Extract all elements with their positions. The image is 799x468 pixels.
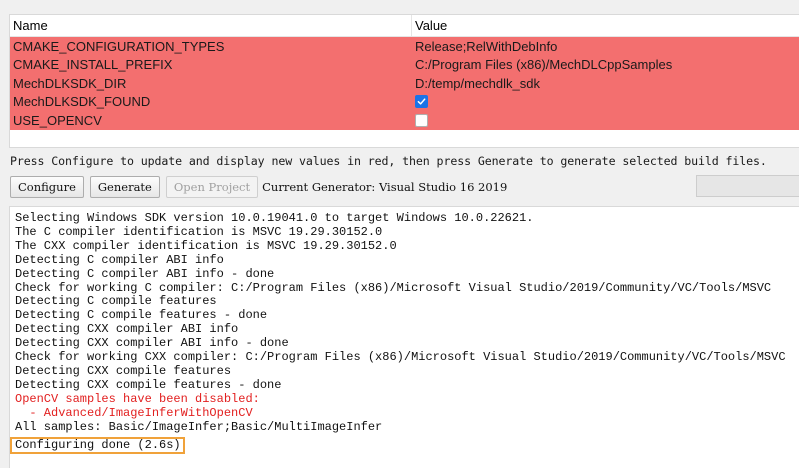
current-generator-label: Current Generator: Visual Studio 16 2019: [262, 179, 508, 194]
log-line: Detecting C compile features - done: [15, 308, 268, 323]
variable-name: USE_OPENCV: [13, 112, 102, 128]
log-line-warning: OpenCV samples have been disabled:: [15, 391, 260, 406]
help-text: Press Configure to update and display ne…: [10, 154, 767, 168]
checkmark-icon: [417, 98, 426, 105]
toolbar: Configure Generate Open Project Current …: [10, 175, 799, 198]
progress-bar: [696, 175, 799, 197]
cache-variables-table: Name Value CMAKE_CONFIGURATION_TYPES Rel…: [9, 14, 799, 148]
log-line: Detecting CXX compile features - done: [15, 377, 282, 392]
log-line: Detecting CXX compiler ABI info - done: [15, 336, 289, 351]
table-header: Name Value: [10, 15, 799, 37]
table-row[interactable]: USE_OPENCV: [10, 111, 799, 130]
generate-button[interactable]: Generate: [89, 175, 160, 198]
table-row[interactable]: MechDLKSDK_FOUND: [10, 92, 799, 111]
log-line-warning: - Advanced/ImageInferWithOpenCV: [15, 405, 253, 420]
log-line: Detecting CXX compile features: [15, 363, 232, 378]
table-row[interactable]: CMAKE_CONFIGURATION_TYPES Release;RelWit…: [10, 37, 799, 56]
column-header-value[interactable]: Value: [412, 15, 799, 36]
use-opencv-checkbox[interactable]: [415, 113, 428, 127]
log-line: Detecting CXX compiler ABI info: [15, 322, 239, 337]
table-row[interactable]: MechDLKSDK_DIR D:/temp/mechdlk_sdk: [10, 74, 799, 93]
log-line: The CXX compiler identification is MSVC …: [15, 238, 397, 253]
log-line: Detecting C compile features: [15, 294, 217, 309]
log-line: Check for working C compiler: C:/Program…: [15, 280, 772, 295]
variable-name: CMAKE_INSTALL_PREFIX: [13, 57, 173, 73]
variable-value[interactable]: Release;RelWithDebInfo: [412, 39, 799, 54]
column-header-name[interactable]: Name: [10, 15, 412, 36]
variable-value[interactable]: C:/Program Files (x86)/MechDLCppSamples: [412, 57, 799, 72]
variable-name: MechDLKSDK_DIR: [13, 75, 127, 91]
log-line: The C compiler identification is MSVC 19…: [15, 224, 383, 239]
output-log[interactable]: Selecting Windows SDK version 10.0.19041…: [9, 206, 799, 468]
log-line: All samples: Basic/ImageInfer;Basic/Mult…: [15, 419, 383, 434]
log-line-configuring-done: Configuring done (2.6s): [10, 436, 185, 455]
variable-value-cell: [412, 113, 799, 127]
log-line: Detecting C compiler ABI info: [15, 252, 224, 267]
variable-name: MechDLKSDK_FOUND: [13, 94, 151, 110]
variable-name: CMAKE_CONFIGURATION_TYPES: [13, 38, 225, 54]
variable-value-cell: [412, 95, 799, 109]
log-line: Check for working CXX compiler: C:/Progr…: [15, 350, 786, 365]
log-line: Selecting Windows SDK version 10.0.19041…: [15, 211, 534, 225]
open-project-button[interactable]: Open Project: [165, 175, 259, 198]
variable-value[interactable]: D:/temp/mechdlk_sdk: [412, 76, 799, 91]
mechdlksdk-found-checkbox[interactable]: [415, 95, 428, 109]
table-row[interactable]: CMAKE_INSTALL_PREFIX C:/Program Files (x…: [10, 55, 799, 74]
configure-button[interactable]: Configure: [10, 175, 84, 198]
log-line: Detecting C compiler ABI info - done: [15, 266, 275, 281]
